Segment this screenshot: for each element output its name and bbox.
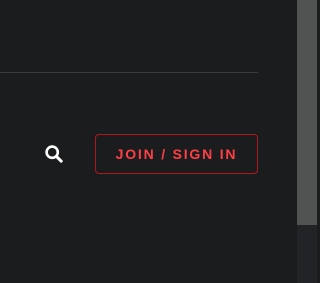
search-button[interactable] — [41, 141, 67, 167]
search-icon — [44, 144, 64, 164]
scrollbar-thumb[interactable] — [297, 0, 317, 225]
header-divider — [0, 72, 258, 73]
main-area: JOIN / SIGN IN — [0, 0, 297, 283]
join-sign-in-label: JOIN / SIGN IN — [115, 146, 238, 162]
join-sign-in-button[interactable]: JOIN / SIGN IN — [95, 134, 258, 174]
